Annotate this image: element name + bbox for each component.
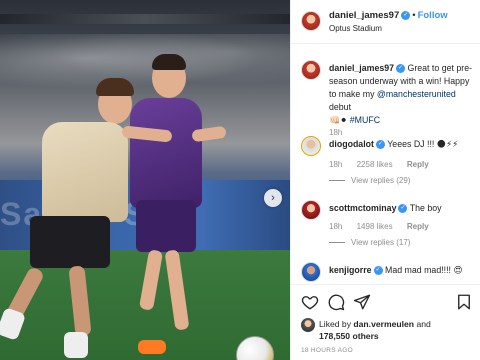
bookmark-icon[interactable]	[455, 293, 473, 311]
post-author-username[interactable]: daniel_james97	[329, 10, 399, 21]
follow-button[interactable]: Follow	[418, 10, 448, 21]
post-timestamp: 18 HOURS AGO	[301, 347, 354, 354]
comment-text: diogodalot ✓ Yeees DJ !!! 🌑⚡⚡	[329, 138, 477, 151]
comment-body: Mad mad mad!!!! 😍	[382, 265, 463, 275]
chevron-right-icon: ›	[271, 192, 275, 204]
post-side-panel: daniel_james97 ✓ • Follow Optus Stadium dan…	[290, 0, 480, 360]
comment-body: Yeees DJ !!! 🌑⚡⚡	[384, 139, 459, 149]
comment-text: scottmctominay ✓ The boy	[329, 202, 477, 215]
avatar[interactable]	[301, 11, 321, 31]
heart-icon[interactable]	[301, 293, 319, 311]
liked-by-and: and	[414, 319, 431, 329]
comment-username[interactable]: diogodalot	[329, 139, 374, 149]
stadium-roof	[0, 14, 290, 24]
view-replies-button[interactable]: View replies (29)	[329, 176, 410, 185]
post-header-username-row: daniel_james97 ✓ • Follow	[329, 10, 448, 21]
view-replies-label: View replies (29)	[351, 176, 411, 185]
mention-link[interactable]: @manchesterunited	[377, 89, 456, 99]
view-replies-label: View replies (17)	[351, 238, 411, 247]
comment-time: 18h	[329, 160, 343, 169]
likes-count[interactable]: 178,550 others	[319, 331, 379, 341]
post-location[interactable]: Optus Stadium	[329, 24, 382, 33]
avatar[interactable]	[301, 318, 315, 332]
liked-by-prefix: Liked by	[319, 319, 354, 329]
verified-badge-icon: ✓	[373, 266, 383, 276]
player-away	[0, 70, 173, 360]
comment-username[interactable]: kenjigorre	[329, 265, 372, 275]
divider	[329, 180, 345, 182]
post-photo[interactable]: Sams2 S ›	[0, 0, 290, 360]
avatar[interactable]	[301, 262, 321, 282]
comment-time: 18h	[329, 222, 343, 231]
caption-text: daniel_james97 ✓ Great to get pre-season …	[329, 62, 477, 127]
verified-badge-icon: ✓	[401, 10, 411, 20]
liked-by-user[interactable]: dan.vermeulen	[353, 319, 414, 329]
comment-body: The boy	[407, 203, 442, 213]
emoji-text: 👊🏻⚫	[329, 115, 348, 125]
caption-meta: 18h	[329, 128, 354, 137]
reply-button[interactable]: Reply	[407, 222, 429, 231]
caption-username[interactable]: daniel_james97	[329, 63, 394, 73]
reply-button[interactable]: Reply	[407, 160, 429, 169]
divider	[329, 242, 345, 244]
post-header: daniel_james97 ✓ • Follow Optus Stadium	[291, 0, 480, 44]
next-photo-button[interactable]: ›	[264, 189, 282, 207]
liked-by-text: Liked by dan.vermeulen and 178,550 others	[319, 318, 477, 342]
post-actions: Liked by dan.vermeulen and 178,550 others…	[291, 284, 480, 360]
comment-icon[interactable]	[327, 293, 345, 311]
avatar[interactable]	[301, 200, 321, 220]
comment-text: kenjigorre ✓ Mad mad mad!!!! 😍	[329, 264, 477, 277]
comment-username[interactable]: scottmctominay	[329, 203, 396, 213]
comment-meta: 18h 1498 likes Reply	[329, 222, 441, 231]
comment-likes[interactable]: 1498 likes	[357, 222, 393, 231]
verified-badge-icon: ✓	[375, 140, 385, 150]
share-icon[interactable]	[353, 293, 371, 311]
avatar[interactable]	[301, 136, 321, 156]
verified-badge-icon: ✓	[396, 64, 406, 74]
caption-body-end: debut	[329, 102, 352, 112]
avatar[interactable]	[301, 60, 321, 80]
comment-likes[interactable]: 2258 likes	[357, 160, 393, 169]
separator-dot: •	[412, 10, 416, 21]
comment-meta: 18h 2258 likes Reply	[329, 160, 441, 169]
hashtag-link[interactable]: #MUFC	[350, 115, 380, 125]
comments-section[interactable]: daniel_james97 ✓ Great to get pre-season …	[291, 52, 480, 282]
view-replies-button[interactable]: View replies (17)	[329, 238, 410, 247]
caption-time: 18h	[329, 128, 343, 137]
